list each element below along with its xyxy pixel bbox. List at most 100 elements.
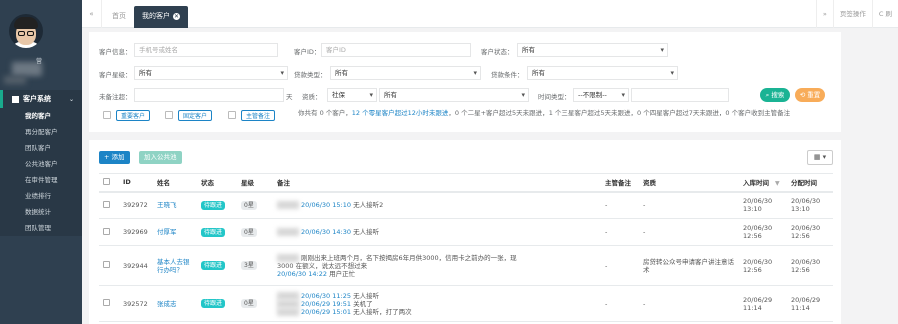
important-customer-checkbox[interactable] [103, 111, 111, 119]
remark-days-unit: 天 [286, 93, 293, 101]
page-ops-dropdown[interactable]: 页签操作 [832, 0, 872, 28]
tab-my-customers[interactable]: 我的客户 ✕ [134, 6, 188, 28]
sidebar-item-team-customers[interactable]: 团队客户 [0, 140, 82, 156]
status-label: 客户状态： [481, 48, 514, 56]
star-label: 客户星级： [99, 71, 132, 79]
tab-home[interactable]: 首页 [104, 6, 134, 28]
sidebar-item-in-review[interactable]: 在审件管理 [0, 172, 82, 188]
sidebar-item-ranking[interactable]: 业绩排行 [0, 188, 82, 204]
table-row[interactable]: 392572 张成志 待跟进 0星 20/06/30 11:25 无人接听 20… [99, 285, 833, 322]
cell-star: 3星 [237, 245, 273, 286]
star-badge: 3星 [241, 261, 257, 270]
add-to-pool-button[interactable]: 加入公共池 [139, 151, 182, 164]
cell-assign-time: 20/06/30 13:10 [787, 191, 833, 219]
reset-button[interactable]: ⟲ 重置 [795, 88, 825, 102]
tab-bar: « 首页 我的客户 ✕ » 页签操作 C 刷 [82, 0, 898, 28]
profile-suffix: 营 [36, 58, 43, 65]
qual-value-select[interactable]: 所有 [379, 88, 529, 102]
customer-name-link[interactable]: 张成志 [157, 300, 177, 308]
row-checkbox[interactable] [103, 227, 110, 235]
qual-type-select[interactable]: 社保 [327, 88, 377, 102]
status-select[interactable]: 所有 [517, 43, 668, 57]
cell-assign-time: 20/06/29 11:14 [787, 285, 833, 322]
entry-time-label: 入库时间 [743, 179, 769, 188]
add-button[interactable]: + 添加 [99, 151, 130, 164]
cell-id: 392572 [119, 285, 153, 322]
row-select [99, 245, 119, 286]
col-status[interactable]: 状态 [197, 173, 237, 193]
row-checkbox[interactable] [103, 261, 110, 268]
remark-days-input[interactable] [134, 88, 284, 102]
status-badge: 待跟进 [201, 261, 226, 270]
col-star[interactable]: 星级 [237, 173, 273, 193]
remark-time: 20/06/30 15:10 [301, 201, 351, 210]
select-all-header [99, 173, 119, 193]
col-supervisor[interactable]: 主管备注 [601, 173, 639, 193]
customer-info-label: 客户信息： [99, 48, 132, 56]
customer-id-input[interactable]: 客户ID [321, 43, 471, 57]
tab-label: 我的客户 [142, 12, 170, 20]
col-qual[interactable]: 资质 [639, 173, 739, 193]
cell-name: 付厚军 [153, 218, 197, 246]
blurred-text [277, 201, 299, 210]
table-panel: + 添加 加入公共池 ▦ ▾ ID 姓名 状态 星级 备注 主管备注 资质 入库… [89, 140, 841, 324]
customer-name-link[interactable]: 王晓飞 [157, 201, 177, 209]
col-entry-time[interactable]: 入库时间 ▼ [739, 173, 787, 193]
customer-info-input[interactable]: 手机号或姓名 [134, 43, 278, 57]
cell-qual: - [639, 191, 739, 219]
remark-time: 20/06/29 15:01 [301, 307, 351, 316]
filter-panel: 客户信息： 手机号或姓名 客户ID： 客户ID 客户状态： 所有 客户星级： 所… [89, 32, 841, 132]
remark-time: 20/06/30 14:22 [277, 269, 327, 278]
table-row[interactable]: 392944 基本人去银行办吗？ 待跟进 3星 刚刚出来上班两个月，名下按揭房6… [99, 245, 833, 286]
tab-forward-icon[interactable]: » [815, 0, 833, 28]
table-row[interactable]: 392972 王晓飞 待跟进 0星 20/06/30 15:10 无人接听2 -… [99, 191, 833, 219]
important-customer-label: 重要客户 [116, 110, 151, 121]
col-name[interactable]: 姓名 [153, 173, 197, 193]
fixed-customer-checkbox[interactable] [165, 111, 173, 119]
sidebar-item-public-pool[interactable]: 公共池客户 [0, 156, 82, 172]
cell-status: 待跟进 [197, 285, 237, 322]
close-icon[interactable]: ✕ [173, 13, 180, 20]
columns-toggle-button[interactable]: ▦ ▾ [807, 150, 833, 165]
cell-assign-time: 20/06/30 12:56 [787, 218, 833, 246]
row-checkbox[interactable] [103, 299, 110, 306]
customer-name-link[interactable]: 付厚军 [157, 228, 177, 236]
cell-star: 0星 [237, 218, 273, 246]
row-checkbox[interactable] [103, 200, 110, 208]
remark-line: 刚刚出来上班两个月，名下按揭房6年月供3000，信用卡之前办的一张，现 [277, 253, 597, 262]
sidebar-item-my-customers[interactable]: 我的客户 [0, 108, 82, 124]
remark-line: 20/06/29 19:51 关机了 [277, 299, 597, 308]
remark-text: 无人接听 [353, 228, 380, 236]
supervisor-remark-checkbox[interactable] [228, 111, 236, 119]
time-range-input[interactable] [631, 88, 729, 102]
sidebar-item-reassign[interactable]: 再分配客户 [0, 124, 82, 140]
avatar[interactable] [9, 14, 43, 48]
col-remark[interactable]: 备注 [273, 173, 601, 193]
blurred-text [277, 228, 299, 236]
time-type-select[interactable]: --不限制-- [573, 88, 629, 102]
customer-name-link[interactable]: 基本人去银行办吗？ [157, 258, 190, 274]
col-id[interactable]: ID [119, 173, 153, 193]
remark-time: 20/06/30 14:30 [301, 228, 351, 236]
table-row[interactable]: 392969 付厚军 待跟进 0星 20/06/30 14:30 无人接听 - … [99, 218, 833, 246]
select-all-checkbox[interactable] [103, 177, 110, 185]
sidebar-item-team-management[interactable]: 团队管理 [0, 220, 82, 236]
col-assign-time[interactable]: 分配时间 [787, 173, 833, 193]
blurred-text [277, 291, 299, 300]
sidebar-item-statistics[interactable]: 数据统计 [0, 204, 82, 220]
loan-cond-select[interactable]: 所有 [527, 66, 678, 80]
summary-part: 你共有 0 个客户， [298, 109, 352, 117]
loan-type-select[interactable]: 所有 [330, 66, 481, 80]
search-button[interactable]: ⌕ 搜索 [760, 88, 790, 102]
refresh-button[interactable]: C 刷 [871, 0, 898, 28]
summary-part[interactable]: 12 个零星客户超过12小时未跟进 [352, 109, 449, 117]
sidebar-menu-title: 客户系统 [23, 95, 51, 103]
tab-controls: » 页签操作 C 刷 [815, 0, 898, 28]
sort-desc-icon[interactable]: ▼ [775, 180, 780, 187]
remark-text: 用户正忙 [329, 269, 356, 278]
sidebar-menu-customer-system[interactable]: 客户系统 ⌄ [0, 90, 82, 108]
tab-back-icon[interactable]: « [82, 0, 102, 28]
star-select[interactable]: 所有 [134, 66, 288, 80]
cell-star: 0星 [237, 285, 273, 322]
cell-supervisor: - [601, 285, 639, 322]
